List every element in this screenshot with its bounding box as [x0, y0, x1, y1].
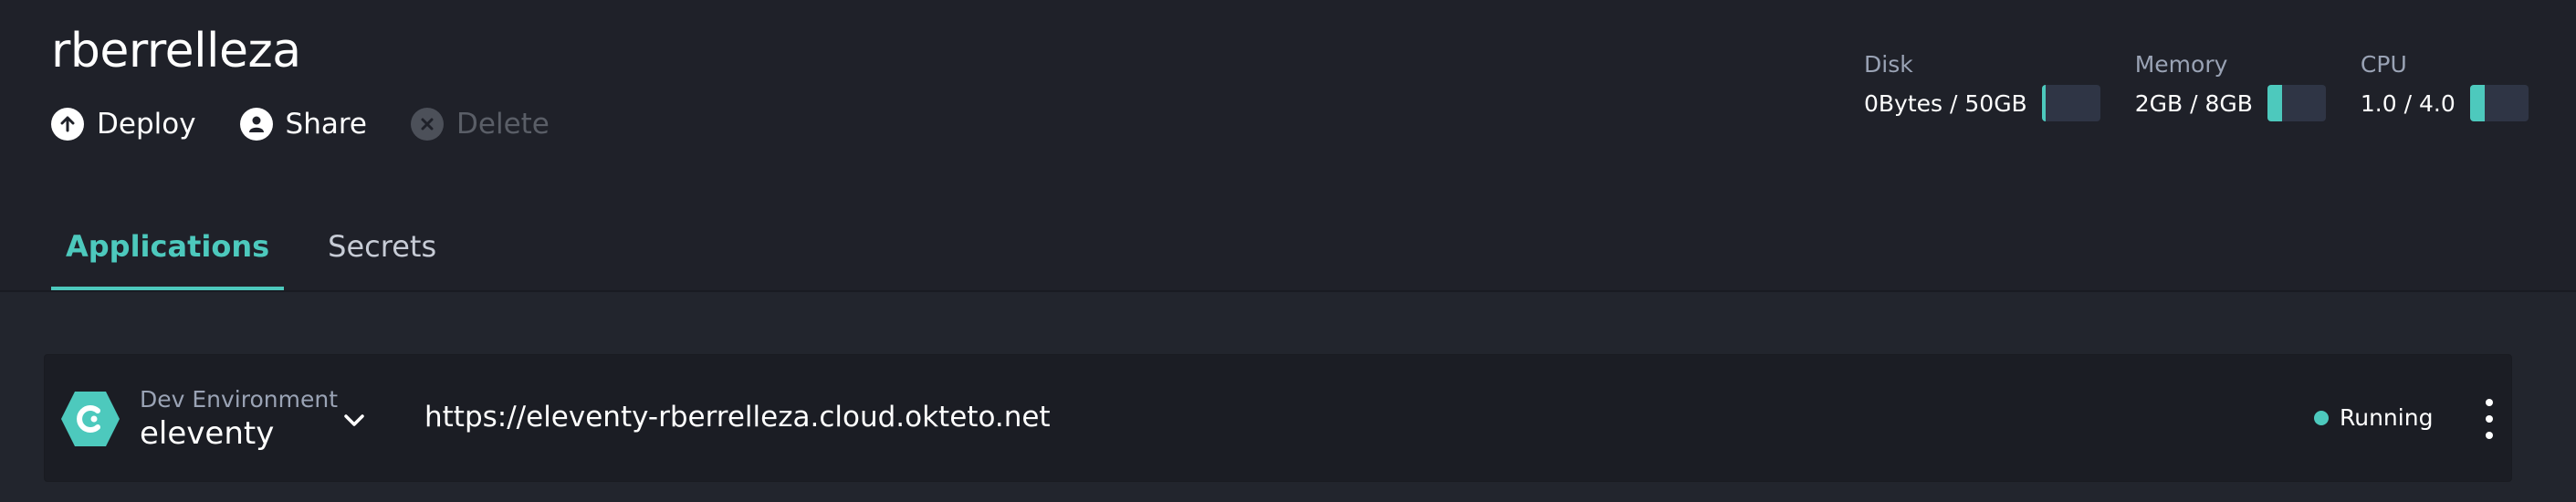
deploy-button[interactable]: Deploy: [51, 108, 196, 141]
user-circle-icon: [239, 108, 273, 141]
cpu-stat-name: CPU: [2360, 51, 2407, 78]
more-options-icon[interactable]: [2473, 395, 2506, 443]
memory-stat: Memory 2GB / 8GB: [2135, 51, 2326, 121]
memory-usage-bar: [2267, 85, 2326, 121]
page-title: rberrelleza: [51, 24, 301, 78]
resource-stats: Disk 0Bytes / 50GB Memory 2GB / 8GB CPU …: [1864, 51, 2563, 121]
okteto-hex-icon: [61, 392, 120, 446]
header: rberrelleza Deploy Share Delete Disk 0By…: [0, 0, 2576, 292]
cpu-stat: CPU 1.0 / 4.0: [2361, 51, 2529, 121]
disk-stat-value: 0Bytes / 50GB: [1864, 89, 2027, 117]
memory-stat-name: Memory: [2134, 51, 2228, 78]
disk-usage-bar: [2041, 85, 2100, 121]
disk-stat: Disk 0Bytes / 50GB: [1864, 51, 2100, 121]
tab-secrets[interactable]: Secrets: [313, 219, 451, 290]
cpu-usage-bar: [2469, 85, 2529, 121]
cpu-stat-value: 1.0 / 4.0: [2360, 89, 2456, 117]
app-url-link[interactable]: https://eleventy-rberrelleza.cloud.oktet…: [424, 401, 1051, 434]
tab-applications[interactable]: Applications: [51, 219, 285, 290]
share-button[interactable]: Share: [239, 108, 368, 141]
status-dot: [2314, 410, 2329, 425]
delete-label: Delete: [456, 108, 550, 141]
status-badge: Running: [2314, 404, 2433, 431]
tab-bar: Applications Secrets: [51, 219, 480, 290]
arrow-up-circle-icon: [51, 108, 84, 141]
chevron-down-icon[interactable]: [340, 406, 368, 434]
status-text: Running: [2340, 404, 2434, 431]
action-bar: Deploy Share Delete: [51, 108, 593, 141]
disk-stat-name: Disk: [1864, 51, 1913, 78]
app-name: eleventy: [140, 415, 275, 452]
app-row[interactable]: Dev Environment eleventy https://elevent…: [44, 354, 2512, 482]
share-label: Share: [285, 108, 368, 141]
delete-button[interactable]: Delete: [411, 108, 550, 141]
deploy-label: Deploy: [97, 108, 196, 141]
app-kind: Dev Environment: [140, 386, 339, 413]
memory-stat-value: 2GB / 8GB: [2134, 89, 2253, 117]
x-circle-icon: [411, 108, 445, 141]
